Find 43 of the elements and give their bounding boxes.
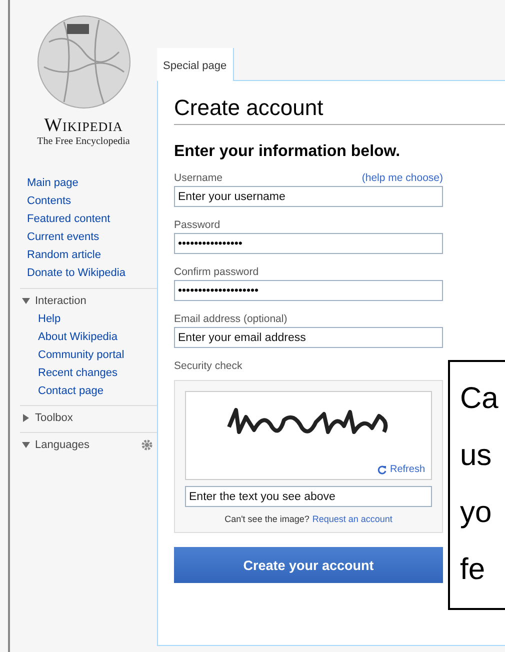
triangle-icon[interactable] bbox=[22, 414, 30, 422]
captcha-input[interactable]: Enter the text you see above bbox=[185, 486, 432, 507]
page-tab[interactable]: Special page bbox=[157, 48, 234, 81]
nav-link[interactable]: Featured content bbox=[27, 210, 110, 228]
callout-text: yo bbox=[460, 495, 492, 531]
portal-heading[interactable]: Languages bbox=[35, 438, 90, 450]
field-label: Security check bbox=[174, 359, 244, 374]
form-heading: Enter your information below. bbox=[174, 143, 402, 161]
refresh-link[interactable]: Refresh bbox=[390, 464, 425, 475]
input-field[interactable]: •••••••••••••••• bbox=[174, 233, 443, 254]
portal-heading[interactable]: Interaction bbox=[35, 294, 86, 306]
triangle-icon[interactable] bbox=[22, 296, 30, 304]
portal-link[interactable]: Contact page bbox=[38, 382, 104, 400]
callout-text: us bbox=[460, 438, 492, 474]
wordmark: Wikipedia bbox=[44, 116, 123, 136]
input-field[interactable]: Enter your username bbox=[174, 186, 443, 207]
refresh-icon[interactable] bbox=[376, 464, 387, 474]
field-label: Email address (optional) bbox=[174, 312, 288, 327]
nav-link[interactable]: Contents bbox=[27, 192, 72, 210]
field-label: Password bbox=[174, 218, 220, 233]
page-title: Create account bbox=[174, 95, 505, 125]
input-field[interactable]: Enter your email address bbox=[174, 327, 443, 348]
nav-link[interactable]: Current events bbox=[27, 228, 100, 246]
nav-link[interactable]: Main page bbox=[27, 174, 78, 192]
portal-heading[interactable]: Toolbox bbox=[35, 412, 73, 424]
portal-link[interactable]: Recent changes bbox=[38, 364, 118, 382]
request-account-link[interactable]: Request an account bbox=[312, 514, 392, 524]
gear-icon[interactable] bbox=[141, 438, 153, 450]
portal-link[interactable]: Help bbox=[38, 310, 61, 328]
create-account-button[interactable]: Create your account bbox=[174, 547, 443, 583]
input-field[interactable]: •••••••••••••••••••• bbox=[174, 280, 443, 301]
captcha-note: Can't see the image? bbox=[224, 514, 310, 524]
callout-text: Ca bbox=[460, 381, 498, 417]
portal-link[interactable]: About Wikipedia bbox=[38, 328, 118, 346]
nav-link[interactable]: Donate to Wikipedia bbox=[27, 264, 126, 282]
tagline: The Free Encyclopedia bbox=[37, 136, 130, 148]
field-label: Confirm password bbox=[174, 265, 259, 280]
portal-link[interactable]: Community portal bbox=[38, 346, 124, 364]
callout-text: fe bbox=[460, 552, 486, 588]
nav-link[interactable]: Random article bbox=[27, 246, 101, 264]
help-link[interactable]: (help me choose) bbox=[362, 171, 443, 186]
field-label: Username bbox=[174, 171, 222, 186]
triangle-icon[interactable] bbox=[22, 440, 30, 448]
